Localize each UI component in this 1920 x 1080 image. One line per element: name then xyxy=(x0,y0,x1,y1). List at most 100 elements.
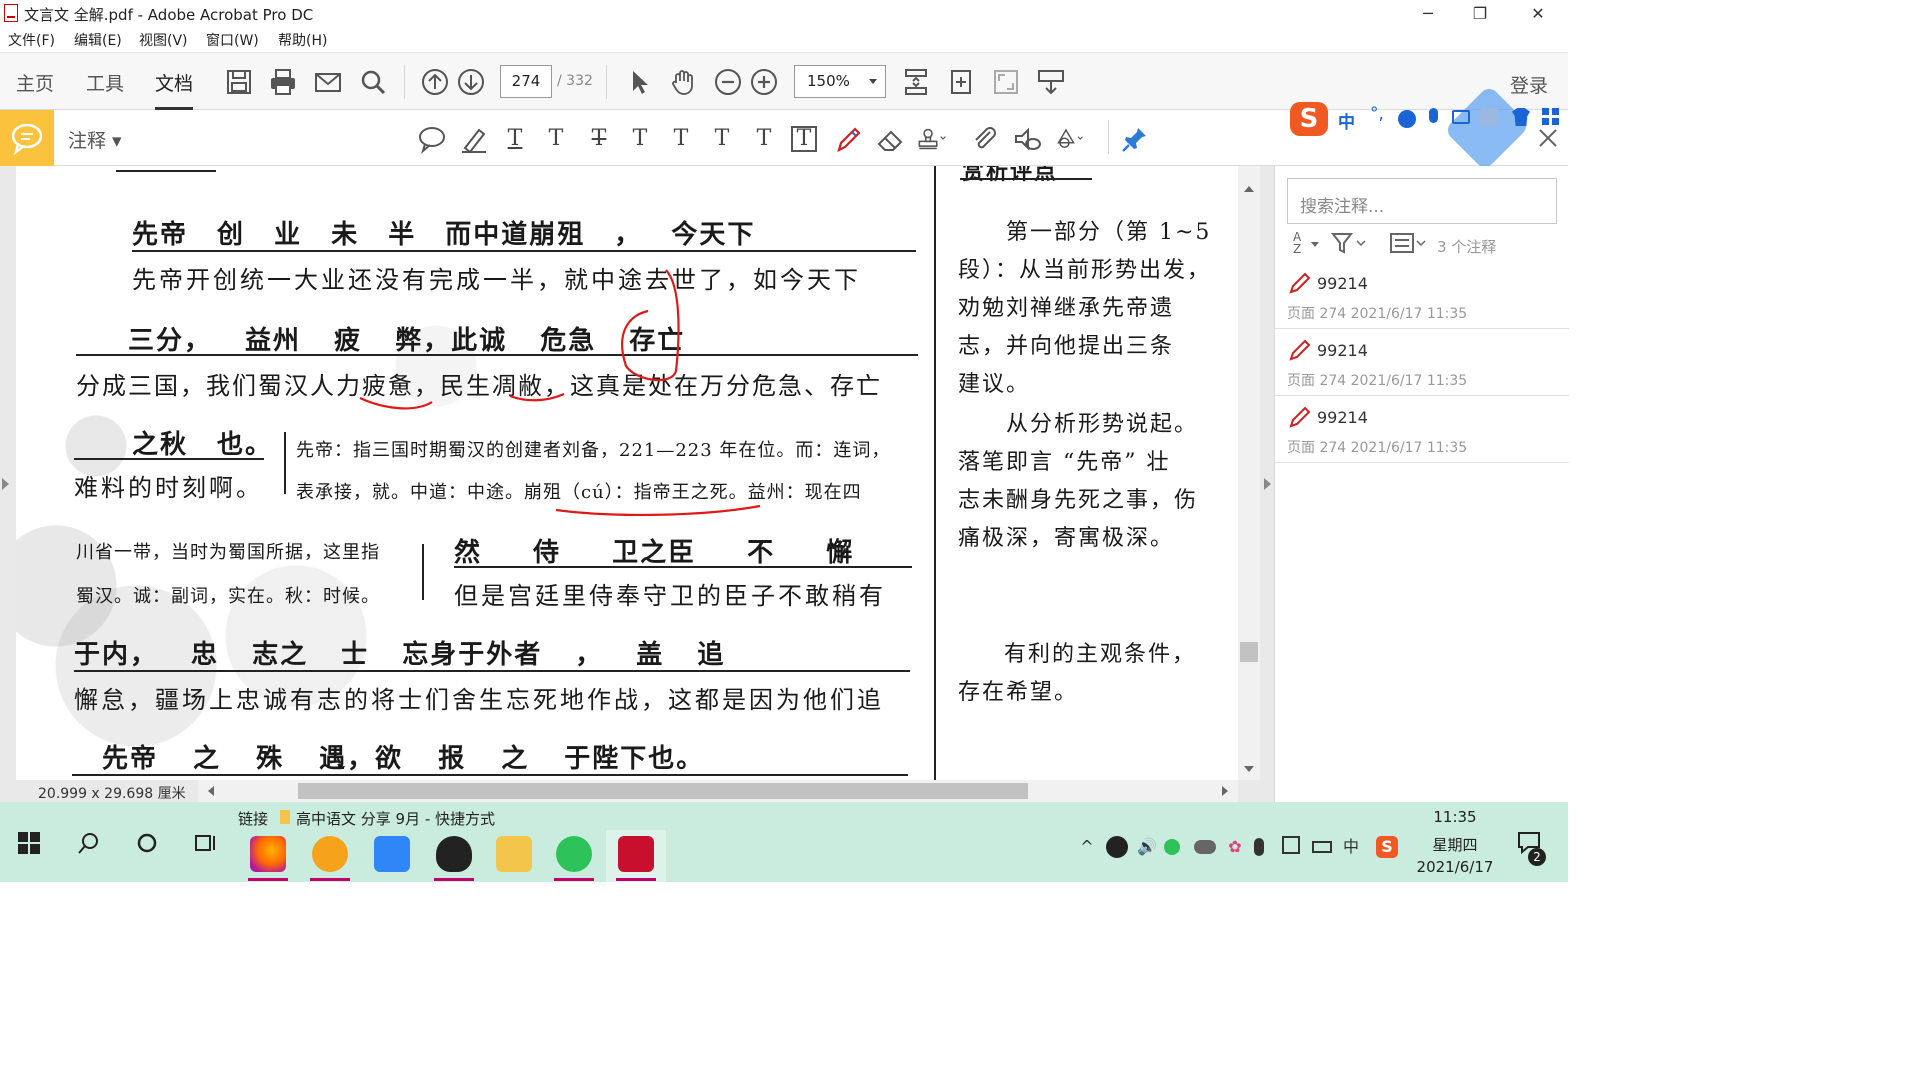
shapes-icon[interactable] xyxy=(1054,124,1084,154)
minimize-button[interactable]: ─ xyxy=(1405,0,1451,28)
windows-start-icon[interactable] xyxy=(18,832,40,854)
save-icon[interactable] xyxy=(224,67,254,97)
comment-panel-toggle[interactable] xyxy=(0,110,54,166)
ime-keyboard-icon[interactable] xyxy=(1452,110,1470,124)
search-comments-input[interactable]: 搜索注释... xyxy=(1287,178,1557,224)
onedrive-icon[interactable] xyxy=(1194,840,1216,854)
stamp-icon[interactable] xyxy=(917,124,947,154)
ime-lang-toggle[interactable]: 中 xyxy=(1338,108,1355,133)
page-number-input[interactable]: 274 xyxy=(500,65,552,98)
clock-time[interactable]: 11:35 xyxy=(1410,808,1500,826)
rotate-page-icon[interactable] xyxy=(946,67,976,97)
close-button[interactable]: ✕ xyxy=(1515,0,1561,28)
next-page-icon[interactable] xyxy=(456,67,486,97)
comment-item[interactable]: 99214 页面 274 2021/6/17 11:35 xyxy=(1275,329,1569,396)
horizontal-scroll-thumb[interactable] xyxy=(298,783,1028,799)
vertical-scroll-thumb[interactable] xyxy=(1240,642,1258,662)
menu-file[interactable]: 文件(F) xyxy=(8,30,55,50)
pinwheel-icon[interactable]: ✿ xyxy=(1224,836,1246,858)
email-icon[interactable] xyxy=(313,67,343,97)
text-star-icon[interactable]: T xyxy=(707,124,737,154)
ime-toolbox-icon[interactable] xyxy=(1542,108,1560,126)
zoom-in-icon[interactable] xyxy=(749,67,779,97)
ime-voice-icon[interactable] xyxy=(1429,108,1438,123)
page-fit-icon[interactable] xyxy=(901,67,931,97)
feishu-app-icon[interactable] xyxy=(374,836,410,872)
highlight-text-icon[interactable] xyxy=(459,124,489,154)
comment-item[interactable]: 99214 页面 274 2021/6/17 11:35 xyxy=(1275,262,1569,329)
login-link[interactable]: 登录 xyxy=(1510,71,1548,98)
ink-underline-diaobi[interactable] xyxy=(509,392,565,402)
left-panel-expand-icon[interactable] xyxy=(2,478,9,490)
pencil-draw-icon[interactable] xyxy=(833,124,863,154)
menu-edit[interactable]: 编辑(E) xyxy=(74,30,122,50)
folder-shortcut[interactable]: 高中语文 分享 9月 - 快捷方式 xyxy=(296,808,495,829)
battery-icon[interactable] xyxy=(1312,841,1332,853)
underline-text-icon[interactable]: T xyxy=(500,124,530,154)
file-explorer-icon[interactable] xyxy=(496,836,532,872)
eraser-icon[interactable] xyxy=(875,124,905,154)
scroll-left-icon[interactable] xyxy=(208,786,214,796)
tab-tools[interactable]: 工具 xyxy=(86,69,124,96)
tab-home[interactable]: 主页 xyxy=(16,69,54,96)
menu-view[interactable]: 视图(V) xyxy=(139,30,188,50)
tab-document[interactable]: 文档 xyxy=(155,69,194,110)
microphone-icon[interactable] xyxy=(1254,838,1264,856)
strikethrough-icon[interactable]: T xyxy=(584,124,614,154)
show-hidden-icons[interactable]: ^ xyxy=(1076,836,1098,858)
print-icon[interactable] xyxy=(268,67,298,97)
qq-tray-icon[interactable] xyxy=(1106,836,1128,858)
text-box-icon[interactable]: T xyxy=(791,126,817,152)
comment-menu[interactable]: 注释 ▾ xyxy=(68,126,122,153)
zoom-select[interactable]: 150% xyxy=(794,65,886,98)
sogou-logo-icon[interactable]: S xyxy=(1290,102,1328,136)
vertical-scrollbar[interactable] xyxy=(1238,166,1260,780)
replace-text-icon[interactable]: T xyxy=(625,124,655,154)
hand-tool-icon[interactable] xyxy=(668,67,698,97)
ime-user-icon[interactable] xyxy=(1480,108,1498,126)
menu-window[interactable]: 窗口(W) xyxy=(206,30,259,50)
ink-circle-mark[interactable] xyxy=(621,269,680,382)
select-cursor-icon[interactable] xyxy=(624,67,654,97)
ink-annotations[interactable] xyxy=(16,166,936,780)
record-audio-icon[interactable] xyxy=(1012,124,1042,154)
qq-app-icon[interactable] xyxy=(436,836,472,872)
full-screen-icon[interactable] xyxy=(991,67,1021,97)
horizontal-scrollbar[interactable] xyxy=(198,780,1238,802)
sort-comments-icon[interactable]: A Z xyxy=(1289,230,1325,256)
pin-toolbar-icon[interactable] xyxy=(1120,124,1150,154)
sogou-tray-icon[interactable]: S xyxy=(1376,836,1398,858)
scroll-right-icon[interactable] xyxy=(1222,786,1228,796)
acrobat-app-icon[interactable] xyxy=(618,836,654,872)
filter-comments-icon[interactable] xyxy=(1331,232,1367,254)
search-app-icon[interactable] xyxy=(312,836,348,872)
scroll-up-icon[interactable] xyxy=(1244,186,1254,192)
ink-underline-bengcu[interactable] xyxy=(555,504,761,517)
task-view-icon[interactable] xyxy=(194,832,218,854)
comment-item[interactable]: 99214 页面 274 2021/6/17 11:35 xyxy=(1275,396,1569,463)
right-panel-collapse-icon[interactable] xyxy=(1264,478,1271,490)
restore-button[interactable]: ❐ xyxy=(1457,0,1503,28)
zoom-out-icon[interactable] xyxy=(713,67,743,97)
ime-punct-icon[interactable]: °, xyxy=(1370,104,1384,124)
ink-underline-pibei[interactable] xyxy=(359,397,433,410)
search-taskbar-icon[interactable] xyxy=(78,832,100,854)
search-icon[interactable] xyxy=(358,67,388,97)
insert-text-icon[interactable]: T xyxy=(666,124,696,154)
clock-weekday[interactable]: 星期四 xyxy=(1410,834,1500,855)
ime-mode-indicator[interactable]: 中 xyxy=(1340,836,1362,858)
update-icon[interactable] xyxy=(1282,836,1300,854)
scroll-down-icon[interactable] xyxy=(1244,766,1254,772)
volume-icon[interactable]: 🔊 xyxy=(1136,836,1158,858)
sticky-note-icon[interactable] xyxy=(417,124,447,154)
comment-options-icon[interactable] xyxy=(1389,232,1429,254)
previous-page-icon[interactable] xyxy=(420,67,450,97)
cortana-icon[interactable] xyxy=(136,832,158,854)
wechat-app-icon[interactable] xyxy=(556,836,592,872)
ime-emoji-icon[interactable] xyxy=(1398,110,1416,128)
add-text-icon[interactable]: T xyxy=(749,124,779,154)
firefox-app-icon[interactable] xyxy=(250,836,286,872)
menu-help[interactable]: 帮助(H) xyxy=(278,30,327,50)
document-viewport[interactable]: 先帝 创 业 未 半 而中道崩殂 ， 今天下 先帝开创统一大业还没有完成一半，就… xyxy=(0,166,1274,802)
attach-file-icon[interactable] xyxy=(970,124,1000,154)
